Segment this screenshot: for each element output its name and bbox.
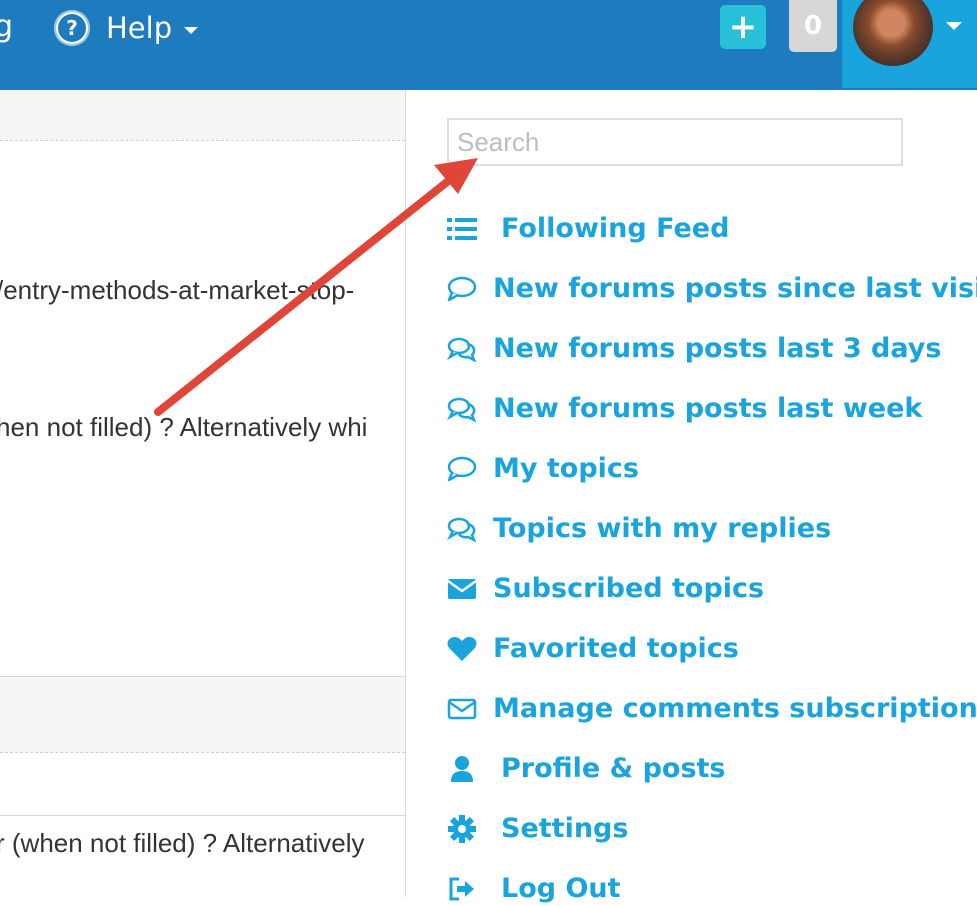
menu-item-manage-comments-subscriptions[interactable]: Manage comments subscriptions	[446, 692, 977, 726]
menu-item-settings[interactable]: Settings	[446, 812, 628, 846]
comment-icon	[446, 275, 478, 303]
chevron-down-icon	[184, 26, 199, 34]
menu-item-subscribed-topics[interactable]: Subscribed topics	[446, 572, 764, 606]
content-header-band	[0, 90, 405, 140]
help-menu[interactable]: ? Help	[54, 10, 199, 46]
menu-item-label: Subscribed topics	[493, 573, 765, 604]
envelope-outline-icon	[446, 695, 478, 723]
list-icon	[446, 215, 478, 243]
menu-item-last-week[interactable]: New forums posts last week	[446, 392, 922, 426]
notification-count-badge[interactable]: 0	[789, 0, 837, 52]
gear-icon	[446, 815, 478, 843]
menu-item-new-since-last-visit[interactable]: New forums posts since last visit	[446, 272, 977, 306]
sign-out-icon	[446, 875, 478, 903]
content-text-line: /entry-methods-at-market-stop-	[0, 275, 355, 305]
user-menu-toggle[interactable]	[842, 0, 977, 88]
nav-item-partial[interactable]: g	[0, 10, 13, 44]
menu-item-label: New forums posts since last visit	[493, 273, 977, 304]
menu-item-label: My topics	[493, 453, 639, 484]
menu-item-label: Following Feed	[501, 213, 730, 244]
top-nav-bar: g ? Help + 0	[0, 0, 977, 90]
menu-item-last-3-days[interactable]: New forums posts last 3 days	[446, 332, 941, 366]
menu-item-label: Topics with my replies	[493, 513, 832, 544]
help-label: Help	[106, 11, 173, 45]
avatar[interactable]	[853, 0, 933, 66]
envelope-icon	[446, 575, 478, 603]
content-text-line: r (when not filled) ? Alternatively	[0, 828, 365, 858]
menu-item-log-out[interactable]: Log Out	[446, 872, 621, 906]
content-header-band	[0, 677, 405, 752]
menu-item-label: Profile & posts	[501, 753, 726, 784]
menu-item-label: Favorited topics	[493, 633, 739, 664]
menu-item-topics-with-my-replies[interactable]: Topics with my replies	[446, 512, 831, 546]
divider	[0, 752, 405, 753]
divider	[0, 140, 405, 141]
comments-icon	[446, 395, 478, 423]
menu-item-label: Settings	[501, 813, 629, 844]
menu-item-following-feed[interactable]: Following Feed	[446, 212, 729, 246]
content-text-line: hen not filled) ? Alternatively whi	[0, 412, 368, 442]
user-icon	[446, 755, 478, 783]
chevron-down-icon	[946, 22, 962, 30]
comments-icon	[446, 515, 478, 543]
divider	[0, 815, 405, 816]
add-button[interactable]: +	[720, 5, 766, 49]
menu-item-label: Log Out	[501, 873, 621, 904]
menu-item-label: New forums posts last week	[493, 393, 923, 424]
menu-item-my-topics[interactable]: My topics	[446, 452, 639, 486]
heart-icon	[446, 635, 478, 663]
search-input[interactable]	[447, 118, 903, 166]
menu-item-favorited-topics[interactable]: Favorited topics	[446, 632, 739, 666]
menu-item-label: New forums posts last 3 days	[493, 333, 942, 364]
menu-item-profile-posts[interactable]: Profile & posts	[446, 752, 726, 786]
page-content-background: /entry-methods-at-market-stop- hen not f…	[0, 90, 405, 897]
comments-icon	[446, 335, 478, 363]
comment-icon	[446, 455, 478, 483]
help-icon: ?	[54, 10, 90, 46]
user-dropdown-menu: Following Feed New forums posts since la…	[405, 90, 977, 904]
menu-item-label: Manage comments subscriptions	[493, 693, 977, 724]
